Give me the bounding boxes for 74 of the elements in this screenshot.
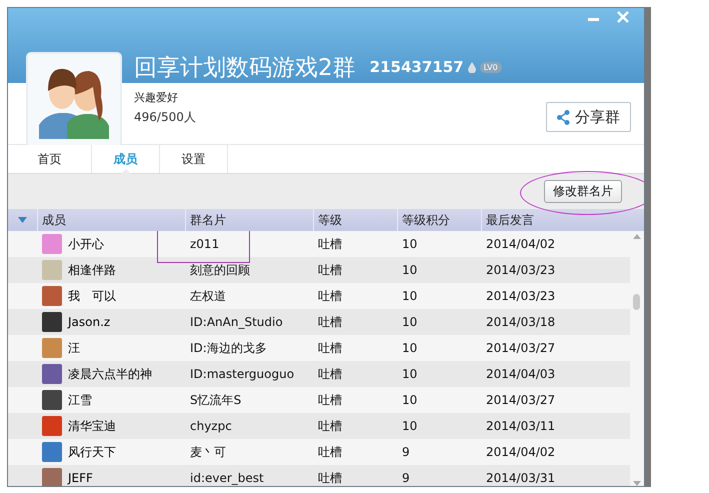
level-points: 9 <box>402 471 410 485</box>
member-level: 吐槽 <box>318 366 342 380</box>
card-name: ID:masterguoguo <box>190 367 294 381</box>
member-name: 清华宝迪 <box>68 418 116 434</box>
card-name: 麦丶可 <box>190 444 226 458</box>
card-name: z011 <box>190 237 220 251</box>
level-points: 10 <box>402 341 418 355</box>
member-name: Jason.z <box>68 315 110 329</box>
avatar-image <box>42 390 62 410</box>
member-level: 吐槽 <box>318 418 342 432</box>
avatar-image <box>42 234 62 254</box>
edit-card-button[interactable]: 修改群名片 <box>544 180 622 203</box>
avatar-image <box>42 416 62 436</box>
member-level: 吐槽 <box>318 262 342 276</box>
member-name: 江雪 <box>68 392 92 408</box>
avatar-image <box>42 286 62 306</box>
member-level: 吐槽 <box>318 288 342 302</box>
member-name: 汪 <box>68 340 80 356</box>
last-post-date: 2014/03/23 <box>486 263 556 277</box>
member-level: 吐槽 <box>318 392 342 406</box>
share-group-button[interactable]: 分享群 <box>546 102 631 132</box>
member-level: 吐槽 <box>318 236 342 250</box>
avatar-image <box>42 442 62 462</box>
last-post-date: 2014/03/18 <box>486 315 556 329</box>
level-badge: LV0 <box>480 62 502 72</box>
member-count: 496/500人 <box>134 109 196 126</box>
last-post-date: 2014/03/27 <box>486 341 556 355</box>
last-post-date: 2014/03/31 <box>486 471 556 485</box>
member-name: 风行天下 <box>68 444 116 460</box>
avatar-image <box>42 260 62 280</box>
level-points: 10 <box>402 315 418 329</box>
scroll-up-icon[interactable] <box>633 234 641 239</box>
card-name: 左权道 <box>190 288 226 302</box>
last-post-date: 2014/03/23 <box>486 289 556 303</box>
last-post-date: 2014/04/02 <box>486 237 556 251</box>
card-name: 刻意的回顾 <box>190 262 250 276</box>
member-level: 吐槽 <box>318 444 342 458</box>
last-post-date: 2014/03/11 <box>486 419 556 433</box>
sort-arrow-icon <box>18 217 27 223</box>
group-number: 215437157 <box>370 58 464 76</box>
card-name: S忆流年S <box>190 392 242 406</box>
member-name: 凌晨六点半的神 <box>68 366 152 382</box>
last-post-date: 2014/04/02 <box>486 445 556 459</box>
scrollbar[interactable] <box>630 231 644 486</box>
member-name: JEFF <box>68 471 93 485</box>
scroll-down-icon[interactable] <box>633 481 641 486</box>
member-name: 相逢伴路 <box>68 262 116 278</box>
avatar-image <box>42 364 62 384</box>
level-points: 10 <box>402 393 418 407</box>
card-name: id:ever_best <box>190 471 264 485</box>
card-name: ID:海边的戈多 <box>190 340 267 354</box>
scroll-thumb[interactable] <box>633 294 640 310</box>
last-post-date: 2014/03/27 <box>486 393 556 407</box>
last-post-date: 2014/04/03 <box>486 367 556 381</box>
drop-icon <box>468 62 476 72</box>
member-name: 小开心 <box>68 236 104 252</box>
level-points: 10 <box>402 237 418 251</box>
card-name: chyzpc <box>190 419 232 433</box>
share-icon <box>557 110 570 124</box>
avatar-image <box>42 338 62 358</box>
level-points: 10 <box>402 263 418 277</box>
group-category: 兴趣爱好 <box>134 90 178 105</box>
group-name: 回享计划数码游戏2群 <box>134 54 356 82</box>
level-points: 9 <box>402 445 410 459</box>
avatar-image <box>42 312 62 332</box>
avatar-image <box>42 468 62 486</box>
member-level: 吐槽 <box>318 314 342 328</box>
member-level: 吐槽 <box>318 470 342 484</box>
member-name: 我 可以 <box>68 288 116 304</box>
level-points: 10 <box>402 289 418 303</box>
card-name: ID:AnAn_Studio <box>190 315 283 329</box>
level-points: 10 <box>402 367 418 381</box>
level-points: 10 <box>402 419 418 433</box>
member-level: 吐槽 <box>318 340 342 354</box>
